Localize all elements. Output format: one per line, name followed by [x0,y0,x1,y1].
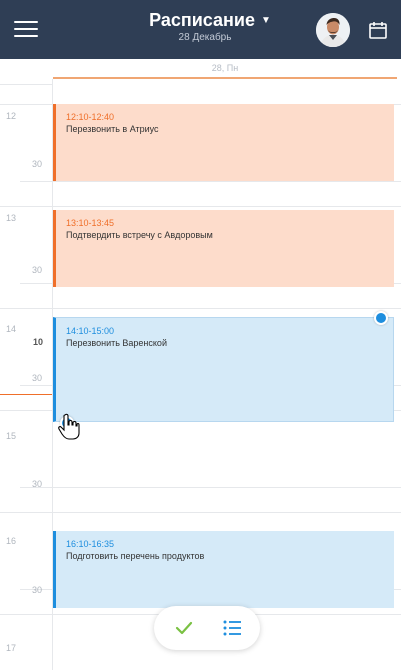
grid-line [0,206,401,207]
event-time: 14:10-15:00 [66,326,115,336]
list-icon[interactable] [220,617,244,639]
half-hour-line [20,487,401,488]
calendar-icon[interactable] [368,20,388,40]
page-title: Расписание ▼ [149,10,271,30]
day-column-header: 28, Пн [211,63,239,73]
hour-label: 13 [6,213,17,223]
hour-label: 15 [6,431,17,441]
half-hour-line [20,181,401,182]
hamburger-menu-icon[interactable] [14,19,40,39]
hour-label: 12 [6,111,17,121]
schedule-title-dropdown[interactable]: Расписание ▼ 28 Декабрь [140,9,280,44]
event-title: Перезвонить в Атриус [66,124,159,134]
event-time: 12:10-12:40 [66,112,115,122]
event-card[interactable]: 16:10-16:35 Подготовить перечень продукт… [53,531,394,608]
grid-line [0,512,401,513]
hour-label: 16 [6,536,17,546]
event-title: Подтвердить встречу с Авдоровым [66,230,213,240]
floating-action-bar [154,606,260,650]
half-hour-label: 30 [32,479,43,489]
grid-line [0,308,401,309]
grid-line [0,84,52,85]
hand-pointer-cursor-icon [58,413,80,441]
event-card[interactable]: 12:10-12:40 Перезвонить в Атриус [53,104,394,181]
caret-down-icon: ▼ [261,15,271,26]
hour-label: 17 [6,643,17,653]
half-hour-label: 30 [32,265,43,275]
event-time: 13:10-13:45 [66,218,115,228]
event-card[interactable]: 13:10-13:45 Подтвердить встречу с Авдоро… [53,210,394,287]
page-subtitle: 28 Декабрь [178,32,232,43]
current-time-indicator [0,394,52,395]
half-hour-label: 30 [32,159,43,169]
event-card-selected[interactable]: 14:10-15:00 Перезвонить Варенской [53,317,394,422]
event-time: 16:10-16:35 [66,539,115,549]
resize-handle-top[interactable] [374,311,388,325]
event-title: Перезвонить Варенской [66,338,167,348]
current-minute-label: 10 [33,337,44,347]
half-hour-label: 30 [32,585,43,595]
hour-label: 14 [6,324,17,334]
user-avatar[interactable] [316,13,350,47]
half-hour-label: 30 [32,373,43,383]
event-title: Подготовить перечень продуктов [66,551,205,561]
app-header: Расписание ▼ 28 Декабрь [0,0,401,59]
check-icon[interactable] [172,617,196,639]
